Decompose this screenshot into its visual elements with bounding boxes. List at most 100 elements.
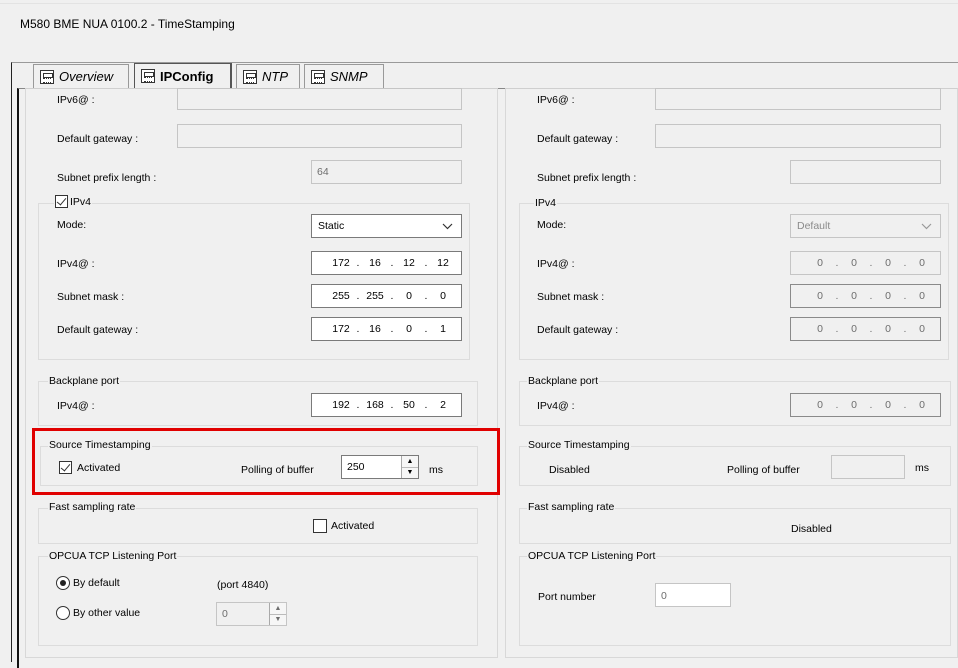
module-icon — [40, 69, 54, 84]
remote-source-timestamping-label: Source Timestamping — [527, 439, 631, 451]
octet: 0 — [406, 290, 412, 302]
octet: 16 — [369, 323, 381, 335]
ipv4-address-field[interactable]: 172. 16. 12. 12 — [311, 251, 462, 275]
octet: 255 — [366, 290, 384, 302]
remote-subnet-mask-label: Subnet mask : — [537, 291, 605, 303]
highlight-annotation — [32, 428, 500, 495]
decrement-button: ▼ — [270, 614, 286, 625]
fast-sampling-activated[interactable]: Activated — [313, 519, 374, 533]
by-other-value-option[interactable]: By other value — [56, 606, 140, 620]
octet: 168 — [366, 399, 384, 411]
ipv4-group-label: IPv4 — [70, 195, 92, 208]
module-icon — [311, 69, 325, 84]
octet: 0 — [919, 323, 925, 335]
other-port-spin: ▲ ▼ — [269, 603, 286, 625]
ipv6-gateway-field — [177, 124, 462, 148]
backplane-address-field[interactable]: 192. 168. 50. 2 — [311, 393, 462, 417]
octet: 0 — [885, 399, 891, 411]
octet: 12 — [437, 257, 449, 269]
ipv4-address-label: IPv4@ : — [57, 258, 95, 270]
by-default-radio[interactable] — [56, 576, 70, 590]
octet: 172 — [332, 257, 350, 269]
octet: 0 — [817, 399, 823, 411]
tab-overview[interactable]: Overview — [33, 64, 129, 88]
remote-polling-buffer-label: Polling of buffer — [727, 464, 800, 476]
remote-timestamping-status: Disabled — [549, 464, 590, 476]
ipv6-gateway-label: Default gateway : — [57, 133, 139, 145]
ipv6-address-field — [177, 88, 462, 110]
fast-sampling-checkbox[interactable] — [313, 519, 327, 533]
octet: 0 — [851, 399, 857, 411]
fast-sampling-label: Fast sampling rate — [48, 501, 137, 513]
opcua-group-label: OPCUA TCP Listening Port — [48, 550, 178, 562]
octet: 0 — [817, 323, 823, 335]
tab-snmp[interactable]: SNMP — [304, 64, 384, 88]
octet: 255 — [332, 290, 350, 302]
remote-ipv4-group-label: IPv4 — [534, 197, 558, 209]
octet: 0 — [851, 323, 857, 335]
by-other-value-radio[interactable] — [56, 606, 70, 620]
fast-sampling-activated-label: Activated — [331, 520, 375, 532]
default-port-text: (port 4840) — [217, 579, 269, 591]
remote-ipv4-address-label: IPv4@ : — [537, 258, 575, 270]
by-default-label: By default — [73, 577, 120, 589]
other-port-stepper: 0 ▲ ▼ — [216, 602, 287, 626]
remote-ipv4-address-field: 0. 0. 0. 0 — [790, 251, 941, 275]
ipv4-group-header: IPv4 — [54, 195, 93, 208]
module-icon — [243, 69, 257, 84]
mode-select[interactable]: Static — [311, 214, 462, 238]
fast-sampling-group — [38, 508, 478, 544]
remote-ipv6-gateway-field — [655, 124, 941, 148]
increment-button: ▲ — [270, 603, 286, 615]
default-gateway-label: Default gateway : — [57, 324, 139, 336]
remote-subnet-prefix-label: Subnet prefix length : — [537, 172, 637, 184]
tab-ntp[interactable]: NTP — [236, 64, 300, 88]
remote-ipv6-address-field — [655, 88, 941, 110]
tab-label: NTP — [262, 69, 288, 84]
octet: 16 — [369, 257, 381, 269]
mode-value: Static — [318, 220, 345, 232]
remote-mode-label: Mode: — [537, 219, 567, 231]
remote-backplane-address-field: 0. 0. 0. 0 — [790, 393, 941, 417]
module-icon — [141, 69, 155, 83]
remote-backplane-group-label: Backplane port — [527, 375, 600, 387]
remote-opcua-group-label: OPCUA TCP Listening Port — [527, 550, 657, 562]
tab-ipconfig[interactable]: IPConfig — [134, 63, 232, 88]
default-gateway-field[interactable]: 172. 16. 0. 1 — [311, 317, 462, 341]
octet: 0 — [440, 290, 446, 302]
remote-mode-select: Default — [790, 214, 941, 238]
remote-default-gateway-field: 0. 0. 0. 0 — [790, 317, 941, 341]
ipv4-checkbox[interactable] — [55, 195, 68, 208]
by-default-option[interactable]: By default — [56, 576, 120, 590]
subnet-mask-field[interactable]: 255. 255. 0. 0 — [311, 284, 462, 308]
window-title: M580 BME NUA 0100.2 - TimeStamping — [20, 17, 235, 31]
chevron-down-icon — [921, 223, 932, 229]
subnet-prefix-label: Subnet prefix length : — [57, 172, 157, 184]
remote-fast-sampling-group — [519, 508, 951, 544]
remote-ipv6-gateway-label: Default gateway : — [537, 133, 619, 145]
octet: 0 — [885, 290, 891, 302]
subnet-mask-label: Subnet mask : — [57, 291, 125, 303]
octet: 0 — [919, 290, 925, 302]
octet: 12 — [403, 257, 415, 269]
octet: 50 — [403, 399, 415, 411]
remote-default-gateway-label: Default gateway : — [537, 324, 619, 336]
octet: 172 — [332, 323, 350, 335]
remote-subnet-prefix-field — [790, 160, 941, 184]
octet: 0 — [851, 290, 857, 302]
remote-mode-value: Default — [797, 220, 831, 232]
ipv6-address-label: IPv6@ : — [57, 94, 95, 106]
remote-fast-sampling-status: Disabled — [791, 523, 832, 535]
octet: 0 — [817, 257, 823, 269]
mode-label: Mode: — [57, 219, 87, 231]
octet: 2 — [440, 399, 446, 411]
remote-port-number-field: 0 — [655, 583, 731, 607]
tab-label: IPConfig — [160, 68, 214, 84]
octet: 0 — [885, 257, 891, 269]
other-port-value: 0 — [222, 608, 228, 620]
tab-label: Overview — [59, 69, 114, 84]
octet: 192 — [332, 399, 350, 411]
tab-label: SNMP — [330, 69, 368, 84]
remote-ipv6-address-label: IPv6@ : — [537, 94, 575, 106]
remote-polling-unit: ms — [915, 462, 929, 474]
